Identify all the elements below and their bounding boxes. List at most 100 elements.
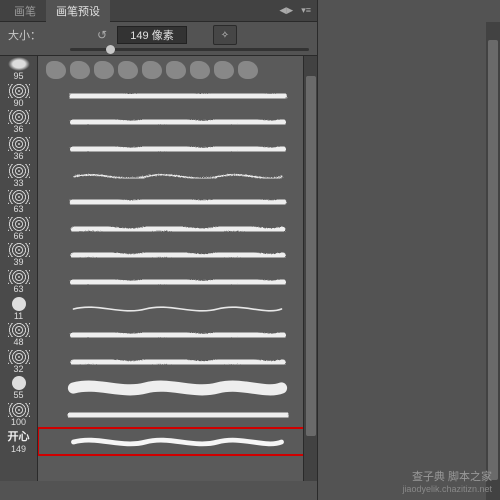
brush-stroke-row[interactable] — [38, 109, 317, 136]
brush-thumb[interactable]: 48 — [0, 322, 37, 349]
brush-stroke-row[interactable] — [38, 56, 317, 83]
reset-size-icon[interactable]: ↺ — [97, 28, 111, 42]
brush-tip-icon — [8, 110, 30, 124]
brush-stroke-preview — [46, 380, 309, 396]
brush-tip-icon — [12, 376, 26, 390]
brush-tip-icon — [12, 297, 26, 311]
tab-bar: 画笔 画笔预设 ◀▶ ▾≡ — [0, 0, 317, 22]
brush-stroke-preview — [46, 407, 309, 423]
brush-stroke-preview — [46, 327, 309, 343]
brush-stroke-row[interactable] — [38, 349, 317, 376]
brush-thumb[interactable]: 33 — [0, 162, 37, 189]
brush-stroke-preview — [46, 274, 309, 290]
panel-outer-scrollbar[interactable] — [486, 22, 500, 500]
brush-tip-icon — [8, 270, 30, 284]
brush-tip-icon — [8, 84, 30, 98]
brush-size-label: 36 — [13, 152, 23, 161]
tab-brush-presets[interactable]: 画笔预设 — [46, 0, 110, 23]
brush-stroke-row[interactable] — [38, 189, 317, 216]
brush-tip-icon — [8, 323, 30, 337]
brush-stroke-row[interactable] — [38, 322, 317, 349]
brush-dab-icon — [166, 61, 186, 79]
brush-stroke-row[interactable] — [38, 162, 317, 189]
brush-stroke-preview — [46, 434, 309, 450]
brush-dab-icon — [214, 61, 234, 79]
brush-stroke-preview-column — [38, 56, 317, 481]
brush-stroke-preview — [46, 88, 309, 104]
brush-stroke-preview — [46, 61, 309, 77]
brush-stroke-row[interactable] — [38, 428, 317, 455]
size-slider-thumb[interactable] — [106, 45, 115, 54]
brush-thumb[interactable]: 39 — [0, 242, 37, 269]
brush-thumb[interactable]: 36 — [0, 136, 37, 163]
brush-thumb[interactable]: 90 — [0, 83, 37, 110]
brush-dab-icon — [190, 61, 210, 79]
brush-stroke-row[interactable] — [38, 402, 317, 429]
preview-scrollbar[interactable] — [303, 56, 317, 481]
brush-thumbnail-column: 9590 36 36 33 63 66 39 63 11 48 32 55 100开心149 — [0, 56, 38, 481]
size-input[interactable] — [117, 26, 187, 44]
brush-size-label: 63 — [13, 205, 23, 214]
brush-list-area: 9590 36 36 33 63 66 39 63 11 48 32 55 100开心149 — [0, 55, 317, 481]
brush-dab-icon — [94, 61, 114, 79]
brush-stroke-preview — [46, 247, 309, 263]
brush-thumb[interactable]: 66 — [0, 216, 37, 243]
brush-stroke-row[interactable] — [38, 136, 317, 163]
brush-tip-icon — [8, 190, 30, 204]
brush-thumb[interactable]: 32 — [0, 349, 37, 376]
watermark-text-url: jiaodyelik.chazitizn.net — [402, 484, 492, 496]
scrollbar-thumb[interactable] — [306, 76, 316, 436]
brush-tip-icon — [8, 403, 30, 417]
brush-tip-icon — [8, 137, 30, 151]
brush-thumb[interactable]: 100 — [0, 402, 37, 429]
brush-thumb[interactable]: 63 — [0, 269, 37, 296]
brush-dab-icon — [142, 61, 162, 79]
brush-tip-icon — [8, 350, 30, 364]
brush-thumb[interactable]: 55 — [0, 375, 37, 402]
brush-size-label: 39 — [13, 258, 23, 267]
brush-preset-panel: 画笔 画笔预设 ◀▶ ▾≡ 大小： ↺ ✧ 9590 36 36 33 63 66 39 63… — [0, 0, 318, 500]
brush-dab-icon — [70, 61, 90, 79]
brush-stroke-row[interactable] — [38, 295, 317, 322]
brush-thumb[interactable]: 95 — [0, 56, 37, 83]
brush-size-label: 36 — [13, 125, 23, 134]
brush-stroke-preview — [46, 354, 309, 370]
brush-dab-icon — [238, 61, 258, 79]
size-label: 大小： — [8, 27, 41, 43]
brush-stroke-preview — [46, 301, 309, 317]
size-controls: 大小： ↺ ✧ — [0, 22, 317, 48]
brush-size-label: 33 — [13, 179, 23, 188]
brush-stroke-row[interactable] — [38, 375, 317, 402]
brush-size-label: 63 — [13, 285, 23, 294]
brush-stroke-row[interactable] — [38, 269, 317, 296]
panel-collapse-icon[interactable]: ◀▶ — [279, 5, 293, 16]
preview-toggle-button[interactable]: ✧ — [213, 25, 237, 45]
brush-tip-icon — [8, 243, 30, 257]
size-slider[interactable] — [70, 48, 309, 51]
brush-size-label: 32 — [13, 365, 23, 374]
brush-dab-icon — [46, 61, 66, 79]
brush-size-label: 55 — [13, 391, 23, 400]
brush-thumb[interactable]: 63 — [0, 189, 37, 216]
brush-stroke-row[interactable] — [38, 242, 317, 269]
watermark-text-cn: 查子典 脚本之家 — [402, 470, 492, 484]
brush-size-label: 149 — [11, 445, 26, 454]
brush-stroke-preview — [46, 221, 309, 237]
brush-tip-icon — [8, 164, 30, 178]
brush-stroke-row[interactable] — [38, 216, 317, 243]
brush-tip-icon — [8, 57, 30, 71]
panel-menu-icon[interactable]: ▾≡ — [301, 5, 311, 16]
brush-size-label: 66 — [13, 232, 23, 241]
brush-size-label: 11 — [14, 312, 23, 321]
outer-scrollbar-thumb[interactable] — [488, 40, 498, 480]
tab-brush[interactable]: 画笔 — [4, 0, 46, 23]
brush-thumb[interactable]: 36 — [0, 109, 37, 136]
brush-thumb[interactable]: 11 — [0, 295, 37, 322]
brush-stroke-row[interactable] — [38, 83, 317, 110]
brush-stroke-preview — [46, 141, 309, 157]
brush-thumb[interactable]: 开心149 — [0, 428, 37, 455]
brush-stroke-preview — [46, 168, 309, 184]
brush-size-label: 48 — [13, 338, 23, 347]
brush-tip-icon — [8, 217, 30, 231]
brush-stroke-preview — [46, 114, 309, 130]
